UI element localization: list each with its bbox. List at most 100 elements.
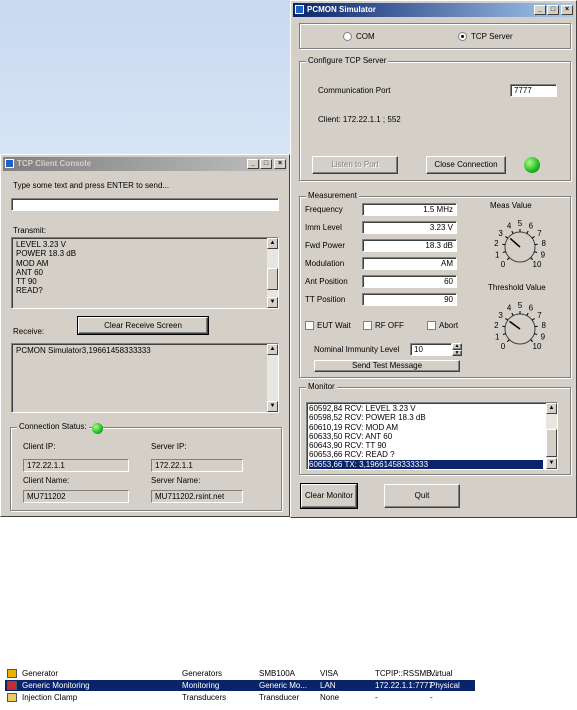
tcp-client-window: TCP Client Console _ □ × Type some text … bbox=[0, 154, 290, 517]
clear-receive-button[interactable]: Clear Receive Screen bbox=[77, 316, 209, 335]
monitor-line[interactable]: 60653,66 TX: 3,19661458333333 bbox=[309, 459, 543, 469]
scroll-thumb[interactable] bbox=[267, 268, 278, 290]
measurement-group: Measurement Frequency 1.5 MHz Imm Level 3.2… bbox=[299, 191, 571, 378]
receive-scrollbar[interactable]: ▲ ▼ bbox=[267, 344, 278, 412]
send-input[interactable] bbox=[11, 198, 279, 211]
transmit-line: LEVEL 3.23 V bbox=[16, 240, 66, 249]
tcp-server-radio[interactable] bbox=[458, 32, 467, 41]
monitor-listbox[interactable]: 60592,84 RCV: LEVEL 3.23 V 60598,52 RCV: … bbox=[306, 402, 558, 470]
threshold-value-dial-tick bbox=[531, 318, 535, 321]
immunity-level-label: Nominal Immunity Level bbox=[314, 345, 400, 354]
scroll-up-arrow-icon[interactable]: ▲ bbox=[267, 238, 278, 249]
configure-tcp-label: Configure TCP Server bbox=[306, 56, 389, 65]
transmit-line: ANT 60 bbox=[16, 267, 43, 277]
meas-value-dial-tick-label: 8 bbox=[541, 239, 546, 248]
abort-label: Abort bbox=[439, 321, 459, 330]
server-ip-field: 172.22.1.1 bbox=[151, 459, 243, 472]
maximize-button[interactable]: □ bbox=[547, 5, 559, 15]
field-value[interactable]: 90 bbox=[362, 293, 457, 306]
com-radio[interactable] bbox=[343, 32, 352, 41]
monitor-line[interactable]: 60653,66 RCV: READ ? bbox=[309, 450, 543, 459]
scroll-up-arrow-icon[interactable]: ▲ bbox=[267, 344, 278, 355]
eut-wait-checkbox[interactable] bbox=[305, 321, 314, 330]
scroll-down-arrow-icon[interactable]: ▼ bbox=[546, 458, 557, 469]
meas-value-dial-tick-label: 9 bbox=[541, 250, 546, 259]
field-value[interactable]: 3.23 V bbox=[362, 221, 457, 234]
send-prompt: Type some text and press ENTER to send..… bbox=[13, 181, 170, 190]
device-type: Physical bbox=[430, 681, 460, 690]
transmit-label: Transmit: bbox=[13, 226, 47, 235]
meas-value-dial-tick-label: 1 bbox=[495, 250, 500, 259]
threshold-value-dial-tick bbox=[534, 333, 538, 336]
field-label: Ant Position bbox=[305, 277, 348, 286]
pcmon-titlebar[interactable]: PCMON Simulator _ □ × bbox=[293, 3, 574, 17]
device-row[interactable]: Generic Monitoring Monitoring Generic Mo..… bbox=[5, 680, 475, 691]
scroll-down-arrow-icon[interactable]: ▼ bbox=[267, 297, 278, 308]
rf-off-checkbox[interactable] bbox=[363, 321, 372, 330]
minimize-button[interactable]: _ bbox=[534, 5, 546, 15]
meas-value-dial[interactable]: 01 234 5 678 910 bbox=[480, 209, 560, 285]
scroll-thumb[interactable] bbox=[546, 429, 557, 457]
client-name-field: MU711202 bbox=[23, 490, 129, 503]
scroll-up-arrow-icon[interactable]: ▲ bbox=[546, 403, 557, 414]
rf-off-label: RF OFF bbox=[375, 321, 404, 330]
transmit-line: READ? bbox=[16, 286, 43, 296]
window-title: PCMON Simulator bbox=[307, 5, 376, 14]
device-interface: LAN bbox=[320, 681, 336, 690]
threshold-value-dial-tick-label: 0 bbox=[501, 342, 506, 351]
monitor-line[interactable]: 60592,84 RCV: LEVEL 3.23 V bbox=[309, 404, 543, 413]
scroll-down-arrow-icon[interactable]: ▼ bbox=[267, 401, 278, 412]
device-row[interactable]: Generator Generators SMB100A VISA TCPIP::RSS… bbox=[5, 668, 475, 679]
transmit-textarea[interactable]: LEVEL 3.23 V POWER 18.3 dB MOD AM ANT 60 TT … bbox=[11, 237, 279, 309]
device-list: Generator Generators SMB100A VISA TCPIP::RSS… bbox=[0, 668, 577, 710]
immunity-level-input[interactable]: 10 bbox=[410, 343, 452, 356]
receive-textarea[interactable]: PCMON Simulator3,19661458333333 ▲ ▼ bbox=[11, 343, 279, 413]
meas-value-dial-tick bbox=[505, 236, 509, 239]
threshold-value-dial-tick-label: 10 bbox=[533, 342, 542, 351]
meas-value-dial-tick-label: 6 bbox=[529, 222, 534, 231]
server-status-led-icon bbox=[524, 157, 540, 173]
monitor-line[interactable]: 60643,90 RCV: TT 90 bbox=[309, 441, 543, 450]
field-value[interactable]: 18.3 dB bbox=[362, 239, 457, 252]
meas-value-dial-tick-label: 7 bbox=[537, 229, 542, 238]
send-test-message-button[interactable]: Send Test Message bbox=[314, 360, 460, 372]
field-value[interactable]: AM bbox=[362, 257, 457, 270]
listen-to-port-button[interactable]: Listen to Port bbox=[312, 156, 398, 174]
communication-port-label: Communication Port bbox=[318, 86, 391, 95]
close-button[interactable]: × bbox=[274, 159, 286, 169]
meas-value-dial-tick-label: 3 bbox=[498, 229, 503, 238]
monitor-line[interactable]: 60598,52 RCV: POWER 18.3 dB bbox=[309, 413, 543, 422]
connection-status-led-icon bbox=[92, 423, 103, 434]
device-type: - bbox=[430, 693, 433, 702]
close-connection-button[interactable]: Close Connection bbox=[426, 156, 506, 174]
immunity-spin-down[interactable]: ▼ bbox=[452, 350, 462, 356]
clear-monitor-button[interactable]: Clear Monitor bbox=[300, 483, 358, 509]
server-name-field: MU711202.rsint.net bbox=[151, 490, 243, 503]
device-row[interactable]: Injection Clamp Transducers Transducer None… bbox=[5, 692, 475, 703]
monitor-scrollbar[interactable]: ▲ ▼ bbox=[546, 403, 557, 469]
field-value[interactable]: 60 bbox=[362, 275, 457, 288]
meas-value-dial-tick bbox=[506, 257, 510, 261]
minimize-button[interactable]: _ bbox=[247, 159, 259, 169]
abort-checkbox[interactable] bbox=[427, 321, 436, 330]
transmit-scrollbar[interactable]: ▲ ▼ bbox=[267, 238, 278, 308]
monitor-icon bbox=[7, 681, 17, 690]
monitor-line[interactable]: 60633,50 RCV: ANT 60 bbox=[309, 432, 543, 441]
immunity-spin-up[interactable]: ▲ bbox=[452, 343, 462, 350]
meas-value-dial-tick-label: 10 bbox=[533, 260, 542, 269]
meas-value-dial-tick-label: 0 bbox=[501, 260, 506, 269]
meas-value-dial-tick bbox=[531, 236, 535, 239]
close-button[interactable]: × bbox=[561, 5, 573, 15]
tcp-client-titlebar[interactable]: TCP Client Console _ □ × bbox=[3, 157, 287, 171]
quit-button[interactable]: Quit bbox=[384, 484, 460, 508]
device-model: Generic Mo... bbox=[259, 681, 308, 690]
receive-line: PCMON Simulator3,19661458333333 bbox=[16, 346, 151, 355]
threshold-value-dial-tick-label: 2 bbox=[494, 321, 499, 330]
communication-port-input[interactable]: 7777 bbox=[510, 84, 557, 97]
maximize-button[interactable]: □ bbox=[260, 159, 272, 169]
app-icon bbox=[295, 5, 304, 14]
monitor-line[interactable]: 60610,19 RCV: MOD AM bbox=[309, 423, 543, 432]
threshold-value-dial[interactable]: 01 234 5 678 910 bbox=[480, 291, 560, 367]
field-value[interactable]: 1.5 MHz bbox=[362, 203, 457, 216]
connection-status-label: Connection Status: bbox=[17, 422, 89, 431]
